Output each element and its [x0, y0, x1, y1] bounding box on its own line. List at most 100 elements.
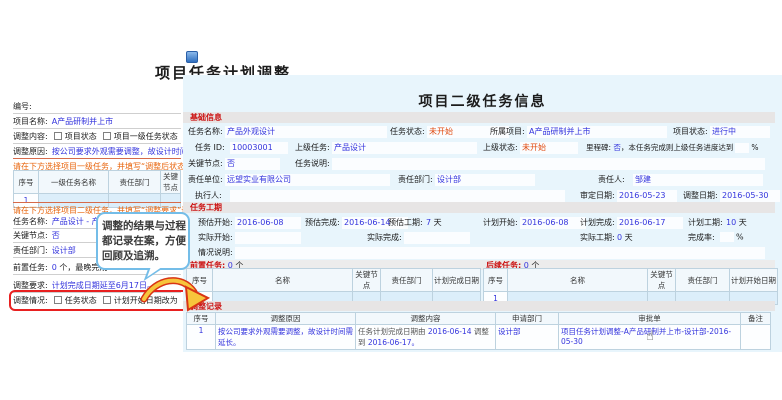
act-days-label: 实际工期:: [580, 232, 615, 243]
project-label: 所属项目:: [490, 126, 525, 137]
adjust-reason-label: 调整原因:: [13, 147, 48, 156]
section-title-basic: 基础信息: [190, 113, 222, 122]
column-header: 审批单: [559, 313, 741, 325]
column-header: 责任部门: [381, 269, 433, 292]
annotation-bubble: 调整的结果与过程都记录在案，方便回顾及追溯。: [96, 212, 190, 270]
dept-value: 设计部: [52, 246, 76, 255]
pre-tasks-table: 序号 名称 关键节点 责任部门 计划完成日期 1: [186, 268, 481, 305]
est-days-number: 7: [426, 218, 431, 227]
checkbox-project-status[interactable]: [54, 132, 62, 140]
checkbox-label-task-status: 任务状态: [65, 296, 97, 305]
pct-field: [720, 232, 734, 242]
milestone-pct-field: [735, 143, 749, 153]
days-unit: 天: [434, 218, 442, 227]
column-header: 名称: [508, 269, 648, 292]
field-row-adjust-reason: 调整原因:按公司要求外观需要调整，故设计时间需延长。: [13, 145, 181, 159]
column-header: 备注: [741, 313, 771, 325]
adjust-date-label: 调整日期:: [683, 190, 718, 201]
column-header: 关键节点: [353, 269, 381, 292]
task-status-label: 任务状态:: [390, 126, 425, 137]
parent-task-label: 上级任务:: [295, 142, 330, 153]
field-row-number: 编号:: [13, 100, 181, 114]
column-header: 关键节点: [648, 269, 676, 292]
task-desc-field: [332, 158, 765, 170]
section-bar-basic: 基础信息: [183, 112, 775, 123]
key-node-value: 否: [52, 231, 60, 240]
checkbox-plan-start-change[interactable]: [103, 296, 111, 304]
column-header: 关键节点: [161, 171, 181, 194]
task-id-value: 10003001: [230, 142, 288, 154]
annotation-text: 调整的结果与过程都记录在案，方便回顾及追溯。: [102, 220, 186, 262]
plan-days-number: 10: [726, 218, 736, 227]
section-bar-duration: 任务工期: [183, 202, 775, 213]
plan-end-value: 2016-06-17: [617, 217, 683, 229]
act-end-field: [404, 232, 470, 244]
plan-end-label: 计划完成:: [580, 217, 615, 228]
section-title-duration: 任务工期: [190, 203, 222, 212]
task-id-label: 任务 ID:: [195, 142, 225, 153]
callout-arrow-icon: [138, 272, 212, 318]
approve-date-value: 2016-05-23: [617, 190, 677, 202]
checkbox-label-level1-status: 项目一级任务状态: [114, 132, 178, 141]
column-header: 计划完成日期: [433, 269, 481, 292]
number-label: 编号:: [13, 102, 32, 111]
screenshot-root: 项目任务计划调整 编号: 项目名称:A产品研制并上市 调整内容:项目状态项目一级…: [0, 0, 782, 400]
column-header: 序号: [484, 269, 508, 292]
project-name-label: 项目名称:: [13, 117, 48, 126]
right-panel: 项目二级任务信息 基础信息 任务名称: 产品外观设计 任务状态: 未开始 所属项…: [183, 75, 782, 352]
unit-label: 责任单位:: [188, 174, 223, 185]
task-name-label: 任务名称:: [13, 217, 48, 226]
est-start-label: 预估开始:: [198, 217, 233, 228]
adjust-log-table: 序号 调整原因 调整内容 申请部门 审批单 备注 1 按公司要求外观需要调整，故…: [186, 312, 771, 350]
est-days-label: 预估工期:: [388, 217, 423, 228]
section-bar-log: 调整记录: [183, 301, 775, 311]
adjust-request-label: 调整要求:: [13, 281, 48, 290]
log-content-date2: 2016-06-17。: [368, 338, 419, 347]
checkbox-task-status[interactable]: [54, 296, 62, 304]
dept-value: 设计部: [435, 174, 535, 186]
hand-cursor-icon: ☝: [646, 329, 654, 344]
est-days-value: 7 天: [426, 217, 442, 228]
column-header: 名称: [213, 269, 353, 292]
act-days-number: 0: [617, 233, 622, 242]
task-name-label: 任务名称:: [188, 126, 223, 137]
milestone-pct-unit: %: [751, 143, 758, 152]
field-row-adjust-content: 调整内容:项目状态项目一级任务状态✓项目二级任务状态: [13, 130, 181, 144]
executor-label: 执行人:: [195, 190, 222, 201]
milestone-row: 里程碑: 否，本任务完成则上级任务进度达到%: [586, 142, 759, 153]
checkbox-level1-status[interactable]: [103, 132, 111, 140]
days-unit: 天: [739, 218, 747, 227]
adjust-content-label: 调整内容:: [13, 132, 48, 141]
column-header: 调整内容: [356, 313, 496, 325]
days-unit: 天: [625, 233, 633, 242]
right-panel-title: 项目二级任务信息: [183, 91, 782, 111]
plan-start-value: 2016-06-08: [520, 217, 586, 229]
parent-status-label: 上级状态:: [483, 142, 518, 153]
log-content-date1: 2016-06-14: [428, 327, 472, 336]
log-content-text: 任务计划完成日期由: [358, 327, 428, 336]
project-status-value: 进行中: [710, 126, 770, 138]
task-name-field: 产品外观设计: [225, 126, 387, 138]
dept-label: 责任部门:: [13, 246, 48, 255]
row-number-cell: 1: [187, 325, 216, 350]
log-content-cell: 任务计划完成日期由 2016-06-14 调整到 2016-06-17。: [356, 325, 496, 350]
est-start-value: 2016-06-08: [235, 217, 301, 229]
project-name-value: A产品研制并上市: [52, 117, 113, 126]
pre-tasks-label: 前置任务:: [13, 263, 48, 272]
adjust-date-value: 2016-05-30: [720, 190, 780, 202]
act-days-value: 0 天: [617, 232, 633, 243]
act-start-label: 实际开始:: [198, 232, 233, 243]
parent-task-value: 产品设计: [332, 142, 477, 154]
milestone-text: ，本任务完成则上级任务进度达到: [621, 143, 734, 152]
project-status-label: 项目状态:: [673, 126, 708, 137]
pct-value: %: [718, 232, 744, 242]
situation-field: [235, 247, 765, 259]
column-header: 责任部门: [109, 171, 161, 194]
plan-days-value: 10 天: [726, 217, 747, 228]
approve-date-label: 审定日期:: [580, 190, 615, 201]
parent-status-value: 未开始: [520, 142, 578, 154]
column-header: 责任部门: [676, 269, 730, 292]
field-row-project-name: 项目名称: A产品研制并上市: [13, 115, 181, 129]
milestone-label: 里程碑:: [586, 143, 611, 152]
key-node-label: 关键节点:: [13, 231, 48, 240]
